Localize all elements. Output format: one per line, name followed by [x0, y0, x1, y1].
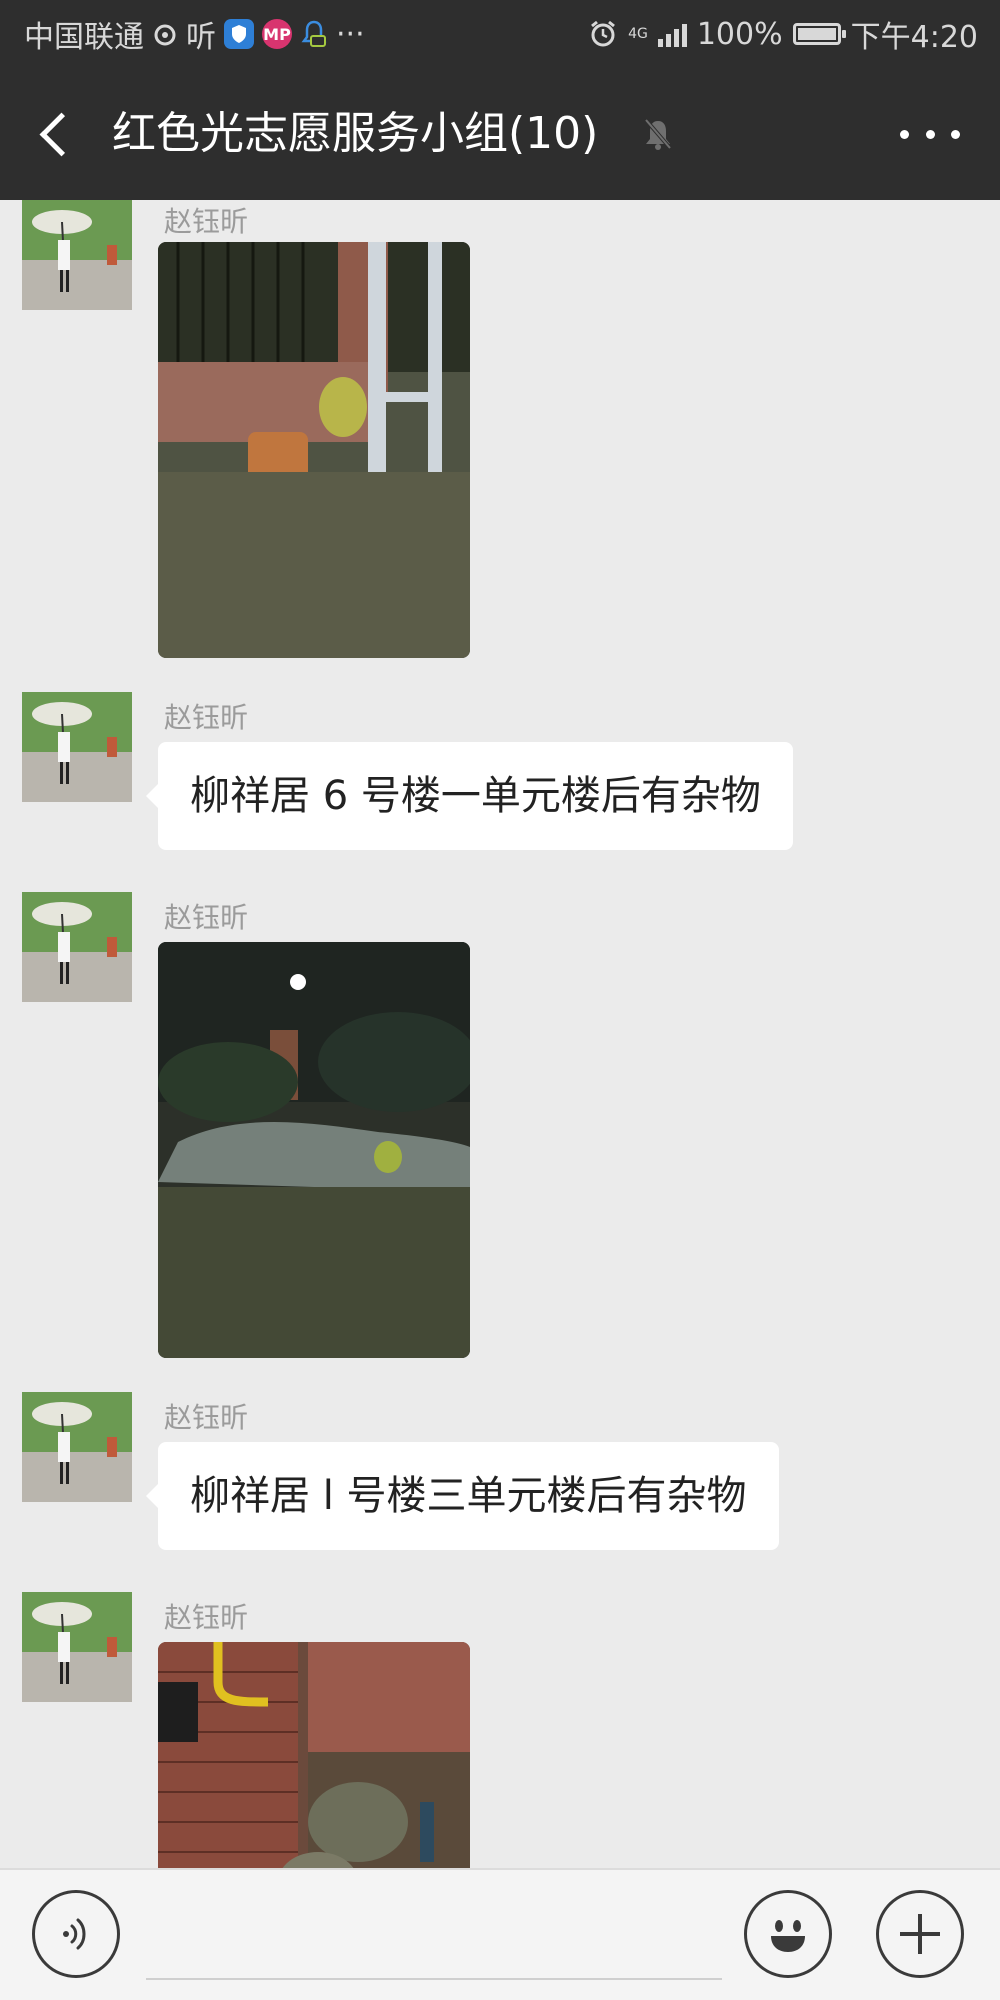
- text-message[interactable]: 柳祥居 6 号楼一单元楼后有杂物: [146, 742, 793, 850]
- message-item: 赵钰昕 柳祥居 6 号楼一单元楼后有杂物: [0, 692, 1000, 872]
- text-message[interactable]: 柳祥居 l 号楼三单元楼后有杂物: [146, 1442, 779, 1550]
- image-message[interactable]: [158, 942, 470, 1358]
- alarm-icon: [588, 19, 618, 49]
- chat-screen: 中国联通 听 MP ··· 4G 100% 下午4:20 红色光志愿服务小组(1…: [0, 0, 1000, 2000]
- sender-name: 赵钰昕: [164, 701, 249, 734]
- avatar[interactable]: [22, 1592, 132, 1702]
- message-item: 赵钰昕: [0, 1592, 1000, 1868]
- image-message[interactable]: [158, 1642, 470, 1868]
- status-left: 中国联通 听 MP ···: [24, 0, 365, 68]
- message-input[interactable]: [146, 1978, 722, 1980]
- emoji-button[interactable]: [744, 1890, 832, 1978]
- input-bar: [0, 1868, 1000, 2000]
- message-item: 赵钰昕: [0, 892, 1000, 1372]
- signal-strength-icon: [657, 21, 687, 47]
- chat-title: 红色光志愿服务小组(10): [112, 108, 599, 159]
- sender-name: 赵钰昕: [164, 1401, 249, 1434]
- mute-bell-icon: [640, 116, 676, 152]
- message-item: 赵钰昕 柳祥居 l 号楼三单元楼后有杂物: [0, 1392, 1000, 1572]
- chevron-left-icon: [39, 112, 83, 156]
- avatar[interactable]: [22, 1392, 132, 1502]
- avatar[interactable]: [22, 892, 132, 1002]
- more-notifications-label: ···: [336, 16, 365, 52]
- message-list[interactable]: 赵钰昕 赵钰昕 柳祥居 6 号楼一单元楼后有杂物 赵钰昕 赵钰昕 柳祥居 l 号…: [0, 200, 1000, 1868]
- more-dot-icon: [951, 129, 960, 139]
- more-dot-icon: [900, 129, 909, 139]
- more-dot-icon: [925, 129, 935, 139]
- sender-name: 赵钰昕: [164, 1601, 249, 1634]
- ting-label: 听: [186, 20, 216, 55]
- chat-header: 红色光志愿服务小组(10): [0, 68, 1000, 200]
- back-button[interactable]: [28, 106, 84, 162]
- battery-icon: [792, 23, 846, 45]
- status-bar: 中国联通 听 MP ··· 4G 100% 下午4:20: [0, 0, 1000, 68]
- sender-name: 赵钰昕: [164, 205, 249, 238]
- sender-name: 赵钰昕: [164, 901, 249, 934]
- emoji-icon: [771, 1920, 805, 1952]
- image-message[interactable]: [158, 242, 470, 658]
- status-right: 4G 100% 下午4:20: [588, 0, 978, 68]
- voice-icon: [63, 1918, 86, 1950]
- clock-time: 下午4:20: [850, 20, 978, 55]
- mp-badge-icon: MP: [262, 19, 292, 49]
- voice-button[interactable]: [32, 1890, 120, 1978]
- add-button[interactable]: [876, 1890, 964, 1978]
- message-item: 赵钰昕: [0, 200, 1000, 660]
- carrier-label: 中国联通: [24, 20, 144, 55]
- shield-icon: [224, 19, 254, 49]
- battery-percent: 100%: [696, 16, 783, 52]
- more-options-button[interactable]: [900, 114, 960, 154]
- avatar[interactable]: [22, 692, 132, 802]
- weibo-icon: [152, 21, 178, 47]
- plus-icon: [900, 1914, 940, 1954]
- avatar[interactable]: [22, 200, 132, 310]
- notification-bell-icon: [300, 19, 328, 49]
- network-type-label: 4G: [628, 26, 648, 42]
